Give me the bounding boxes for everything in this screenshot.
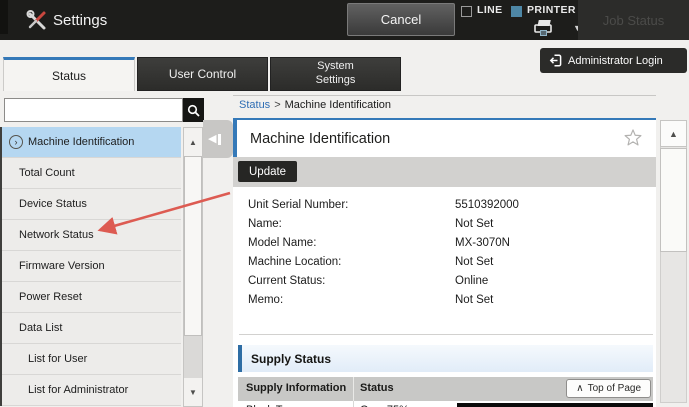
tab-user-control[interactable]: User Control: [137, 57, 268, 91]
printer-indicator[interactable]: [511, 6, 522, 17]
sidebar-menu: › Machine Identification Total Count Dev…: [0, 127, 181, 406]
sidebar-item-network-status[interactable]: Network Status: [2, 220, 181, 251]
sidebar-item-power-reset[interactable]: Power Reset: [2, 282, 181, 313]
toolbar-strip: Update: [233, 157, 656, 187]
collapse-left-icon: ◀: [208, 134, 216, 145]
sidebar-item-data-list[interactable]: Data List: [2, 313, 181, 344]
sidebar: › Machine Identification Total Count Dev…: [0, 95, 233, 407]
line-checkbox[interactable]: [461, 6, 472, 17]
scroll-up-icon[interactable]: ▲: [660, 120, 687, 147]
panel-header: Machine Identification: [233, 118, 656, 157]
field-value: MX-3070N: [455, 237, 510, 249]
top-of-page-label: Top of Page: [588, 383, 641, 394]
sidebar-item-machine-identification[interactable]: › Machine Identification: [2, 127, 181, 158]
sidebar-item-total-count[interactable]: Total Count: [2, 158, 181, 189]
column-supply-information: Supply Information: [246, 382, 346, 394]
field-label: Current Status:: [248, 275, 325, 287]
supply-table-header: Supply Information Status ∧ Top of Page: [238, 377, 653, 401]
administrator-login-label: Administrator Login: [568, 55, 663, 67]
field-value: Not Set: [455, 294, 493, 306]
collapse-bar-icon: [218, 134, 221, 145]
sidebar-scrollbar[interactable]: ▲ ▼: [183, 127, 203, 407]
supply-status-section-header: Supply Status: [238, 345, 653, 372]
field-label: Model Name:: [248, 237, 316, 249]
settings-page: Settings Cancel LINE PRINTER ▼ Job Statu…: [0, 0, 689, 407]
section-divider: [239, 334, 653, 335]
page-title: Settings: [53, 0, 107, 40]
login-icon: [549, 54, 562, 67]
selected-chevron-icon: ›: [9, 135, 23, 149]
field-machine-location: Machine Location: Not Set: [233, 254, 656, 273]
panel-body: Unit Serial Number: 5510392000 Name: Not…: [233, 187, 656, 407]
field-value: 5510392000: [455, 199, 519, 211]
job-status-button[interactable]: Job Status: [578, 0, 689, 40]
main-content: Status > Machine Identification Machine Id…: [233, 95, 656, 407]
breadcrumb: Status > Machine Identification: [239, 99, 391, 111]
printer-label: PRINTER: [527, 4, 576, 16]
field-value: Not Set: [455, 256, 493, 268]
administrator-login-button[interactable]: Administrator Login: [540, 48, 687, 73]
printer-icon[interactable]: [531, 19, 557, 37]
field-memo: Memo: Not Set: [233, 292, 656, 311]
sidebar-item-device-status[interactable]: Device Status: [2, 189, 181, 220]
field-label: Name:: [248, 218, 282, 230]
update-button[interactable]: Update: [238, 161, 297, 182]
field-name: Name: Not Set: [233, 216, 656, 235]
scroll-down-icon[interactable]: ▼: [184, 378, 202, 406]
scroll-up-icon[interactable]: ▲: [184, 128, 202, 156]
field-label: Machine Location:: [248, 256, 341, 268]
toner-level-bar: [457, 403, 653, 407]
sidebar-scrollbar-thumb[interactable]: [184, 156, 202, 336]
column-separator: [353, 377, 354, 401]
field-unit-serial-number: Unit Serial Number: 5510392000: [233, 197, 656, 216]
field-label: Unit Serial Number:: [248, 199, 348, 211]
caret-up-icon: ∧: [576, 383, 583, 394]
tab-status[interactable]: Status: [3, 57, 135, 91]
tab-system-settings[interactable]: System Settings: [270, 57, 401, 91]
line-label: LINE: [477, 4, 503, 16]
tools-icon: [26, 9, 48, 31]
field-current-status: Current Status: Online: [233, 273, 656, 292]
breadcrumb-separator: >: [274, 99, 280, 111]
table-row-black-toner: Black Toner Over 75%: [238, 401, 653, 407]
favorite-star-icon[interactable]: [622, 127, 644, 149]
tab-bar: Status User Control System Settings Admi…: [0, 40, 689, 95]
panel-title: Machine Identification: [250, 120, 390, 157]
breadcrumb-current: Machine Identification: [285, 99, 391, 111]
sidebar-item-list-for-administrator[interactable]: List for Administrator: [2, 375, 181, 406]
sidebar-item-list-for-user[interactable]: List for User: [2, 344, 181, 375]
column-status: Status: [360, 382, 394, 394]
search-input[interactable]: [4, 98, 183, 122]
top-bar: Settings Cancel LINE PRINTER ▼ Job Statu…: [0, 0, 689, 40]
sidebar-collapse-handle[interactable]: ◀: [203, 120, 233, 158]
search-icon: [187, 104, 200, 117]
main-scrollbar-thumb[interactable]: [660, 148, 687, 252]
cancel-button[interactable]: Cancel: [347, 3, 455, 36]
field-model-name: Model Name: MX-3070N: [233, 235, 656, 254]
field-label: Memo:: [248, 294, 283, 306]
breadcrumb-status-link[interactable]: Status: [239, 99, 270, 111]
top-of-page-button[interactable]: ∧ Top of Page: [566, 379, 651, 398]
sidebar-item-firmware-version[interactable]: Firmware Version: [2, 251, 181, 282]
field-value: Online: [455, 275, 488, 287]
main-scrollbar[interactable]: ▲ ▼: [658, 95, 689, 407]
column-separator: [353, 401, 354, 407]
field-value: Not Set: [455, 218, 493, 230]
window-edge: [0, 0, 8, 34]
search-button[interactable]: [183, 98, 204, 122]
